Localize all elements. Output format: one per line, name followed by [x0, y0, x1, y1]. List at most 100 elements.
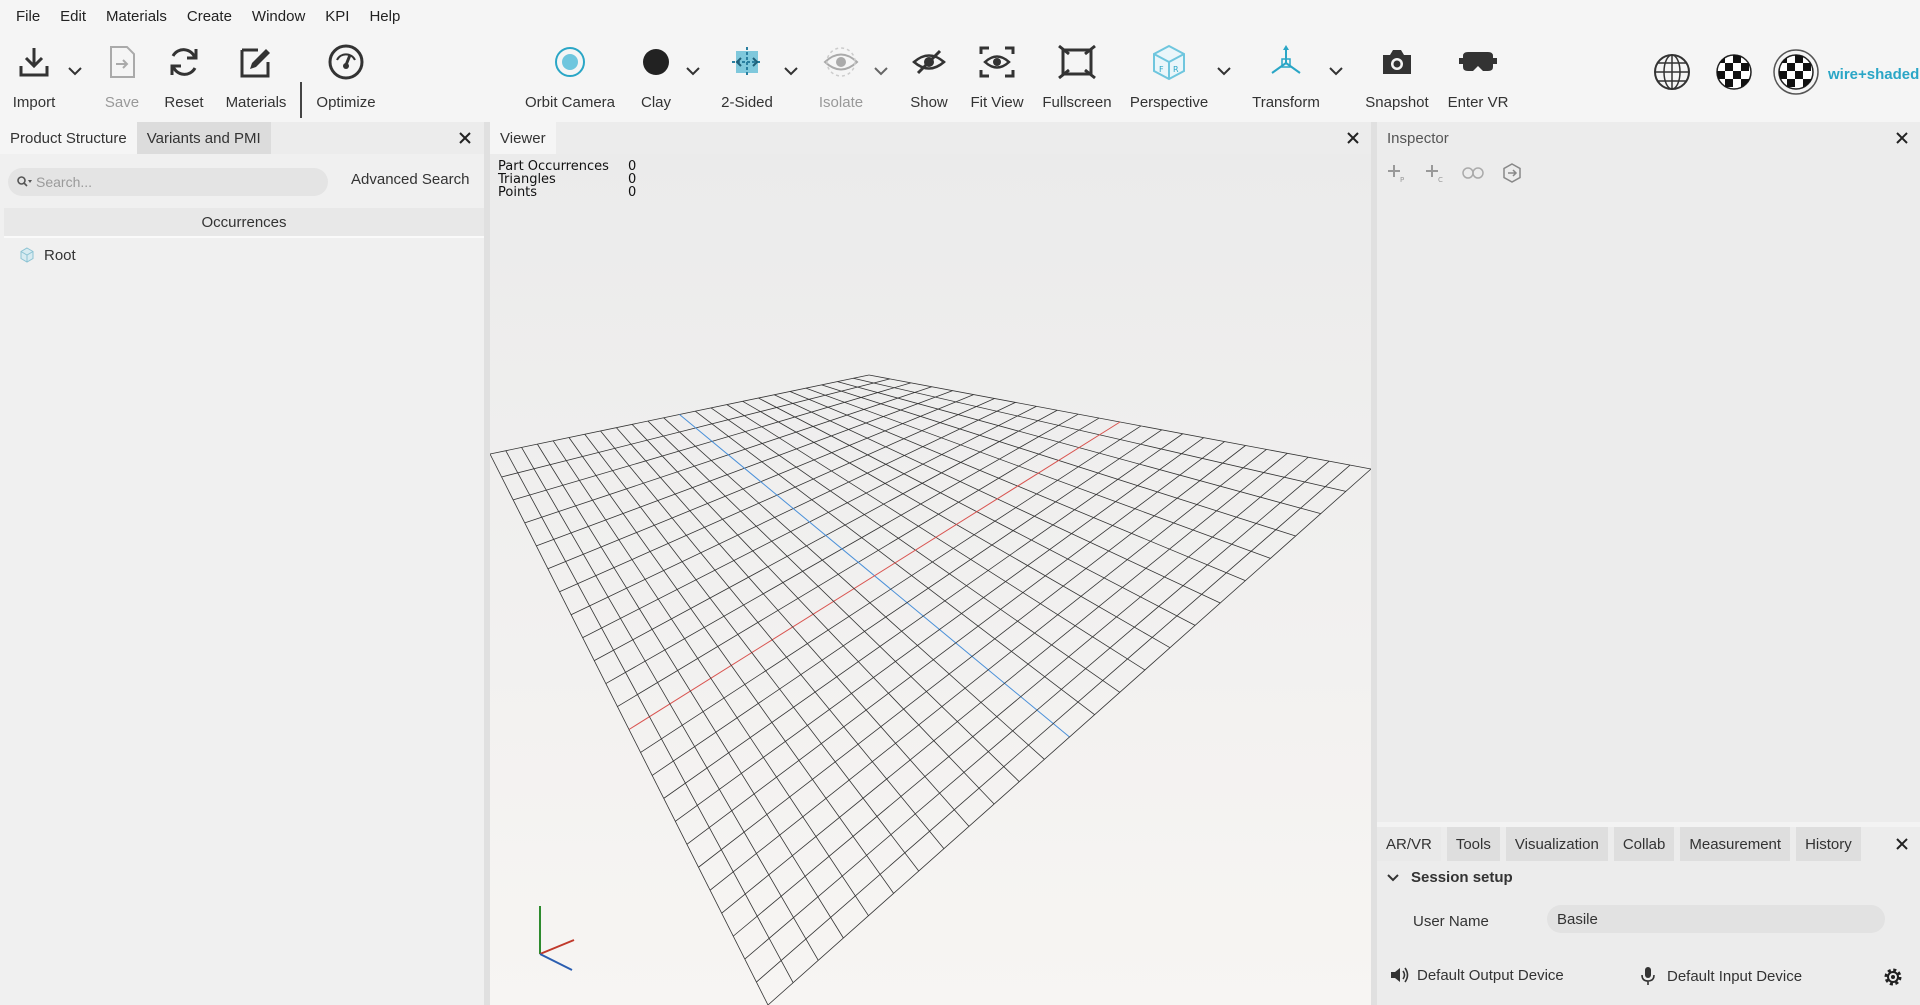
clay-sphere-icon	[636, 42, 676, 82]
perspective-label: Perspective	[1129, 94, 1209, 111]
transform-label: Transform	[1252, 94, 1320, 111]
orbit-camera-icon	[550, 42, 590, 82]
svg-text:P: P	[1400, 176, 1404, 184]
menu-materials[interactable]: Materials	[96, 8, 177, 25]
viewer-close-icon[interactable]	[1343, 128, 1363, 148]
tab-ar-vr[interactable]: AR/VR	[1377, 827, 1441, 861]
materials-label: Materials	[225, 94, 287, 111]
tab-tools[interactable]: Tools	[1446, 827, 1500, 861]
perspective-cube-icon: FR	[1149, 42, 1189, 82]
gear-icon[interactable]	[1881, 965, 1905, 989]
eye-slash-icon	[909, 42, 949, 82]
assembly-cube-icon	[20, 247, 34, 263]
clay-dropdown-chevron-down-icon[interactable]	[684, 62, 702, 80]
output-device-selector[interactable]: Default Output Device	[1389, 965, 1564, 985]
clay-label: Clay	[640, 94, 671, 111]
eye-isolate-icon	[821, 42, 861, 82]
snapshot-button[interactable]: Snapshot	[1352, 42, 1442, 111]
tab-viewer[interactable]: Viewer	[490, 122, 556, 154]
snapshot-label: Snapshot	[1365, 94, 1429, 111]
tab-product-structure[interactable]: Product Structure	[0, 122, 137, 154]
fullscreen-button[interactable]: Fullscreen	[1032, 42, 1122, 111]
tab-visualization[interactable]: Visualization	[1505, 827, 1608, 861]
stat-label: Points	[498, 185, 538, 200]
fit-view-button[interactable]: Fit View	[952, 42, 1042, 111]
bottom-panel-close-icon[interactable]	[1892, 834, 1912, 854]
wire-shaded-sphere-icon[interactable]	[1772, 48, 1820, 96]
input-device-selector[interactable]: Default Input Device	[1639, 965, 1802, 987]
perspective-dropdown-chevron-down-icon[interactable]	[1215, 62, 1233, 80]
orbit-camera-label: Orbit Camera	[524, 94, 616, 111]
wireframe-globe-icon[interactable]	[1652, 52, 1692, 92]
two-sided-button[interactable]: 2-Sided	[702, 42, 792, 111]
perspective-button[interactable]: FR Perspective	[1124, 42, 1214, 111]
gauge-icon	[326, 42, 366, 82]
menu-create[interactable]: Create	[177, 8, 242, 25]
svg-text:F: F	[1159, 65, 1164, 74]
optimize-button[interactable]: Optimize	[301, 42, 391, 111]
add-property-icon[interactable]: P	[1385, 162, 1407, 184]
search-icon	[17, 176, 32, 187]
3d-viewport[interactable]: Part Occurrences 0 Triangles 0 Points 0	[490, 154, 1371, 1005]
tab-collab[interactable]: Collab	[1613, 827, 1675, 861]
refresh-icon	[164, 42, 204, 82]
inspector-panel: P C	[1377, 154, 1920, 822]
svg-text:R: R	[1173, 65, 1179, 74]
tab-measurement[interactable]: Measurement	[1680, 827, 1791, 861]
two-sided-label: 2-Sided	[721, 94, 773, 111]
menu-window[interactable]: Window	[242, 8, 315, 25]
advanced-search-button[interactable]: Advanced Search	[351, 171, 469, 188]
save-icon	[102, 42, 142, 82]
shaded-checker-sphere-icon[interactable]	[1714, 52, 1754, 92]
menu-help[interactable]: Help	[359, 8, 410, 25]
search-input[interactable]: Search...	[8, 168, 328, 196]
optimize-label: Optimize	[316, 94, 376, 111]
output-device-label: Default Output Device	[1417, 966, 1564, 984]
show-label: Show	[910, 94, 948, 111]
materials-button[interactable]: Materials	[211, 42, 301, 111]
menu-edit[interactable]: Edit	[50, 8, 96, 25]
session-setup-header[interactable]: Session setup	[1385, 869, 1513, 886]
fullscreen-icon	[1057, 42, 1097, 82]
occurrences-column-header[interactable]: Occurrences	[4, 208, 484, 238]
microphone-icon	[1641, 967, 1655, 985]
enter-vr-button[interactable]: Enter VR	[1433, 42, 1523, 111]
section-title: Session setup	[1411, 869, 1513, 886]
transform-dropdown-chevron-down-icon[interactable]	[1327, 62, 1345, 80]
menu-kpi[interactable]: KPI	[315, 8, 359, 25]
render-mode-label[interactable]: wire+shaded	[1828, 66, 1919, 83]
save-label: Save	[104, 94, 140, 111]
menu-file[interactable]: File	[6, 8, 50, 25]
left-panel-tabs: Product Structure Variants and PMI	[0, 122, 484, 154]
search-placeholder: Search...	[36, 174, 93, 190]
tab-inspector[interactable]: Inspector	[1377, 122, 1459, 154]
two-sided-icon	[727, 42, 767, 82]
menu-bar: File Edit Materials Create Window KPI He…	[0, 0, 1920, 32]
edit-pencil-icon	[236, 42, 276, 82]
orbit-camera-button[interactable]: Orbit Camera	[525, 42, 615, 111]
import-label: Import	[12, 94, 56, 111]
transform-button[interactable]: Transform	[1241, 42, 1331, 111]
main-toolbar: Import Save Reset Materials Optimize Orb…	[0, 32, 1920, 122]
inspector-toolbar: P C	[1385, 162, 1523, 184]
tree-item-root[interactable]: Root	[18, 246, 76, 264]
ar-vr-panel: Session setup User Name Basile Default O…	[1377, 861, 1920, 1005]
stat-value: 0	[628, 185, 637, 200]
tree-item-label: Root	[44, 246, 76, 264]
inspect-target-icon[interactable]	[1501, 162, 1523, 184]
link-components-icon[interactable]	[1461, 162, 1485, 184]
inspector-tabs: Inspector	[1377, 122, 1920, 154]
left-panel-close-icon[interactable]	[455, 128, 475, 148]
scene-stats: Part Occurrences 0 Triangles 0 Points 0	[498, 160, 636, 199]
vr-headset-icon	[1458, 42, 1498, 82]
import-icon	[14, 42, 54, 82]
viewer-tabs: Viewer	[490, 122, 1371, 154]
tab-variants-and-pmi[interactable]: Variants and PMI	[136, 122, 271, 154]
tab-history[interactable]: History	[1796, 827, 1861, 861]
add-component-icon[interactable]: C	[1423, 162, 1445, 184]
occurrences-label: Occurrences	[201, 213, 287, 231]
inspector-close-icon[interactable]	[1892, 128, 1912, 148]
camera-icon	[1377, 42, 1417, 82]
user-name-field[interactable]: Basile	[1547, 905, 1885, 933]
chevron-down-icon	[1387, 873, 1399, 881]
